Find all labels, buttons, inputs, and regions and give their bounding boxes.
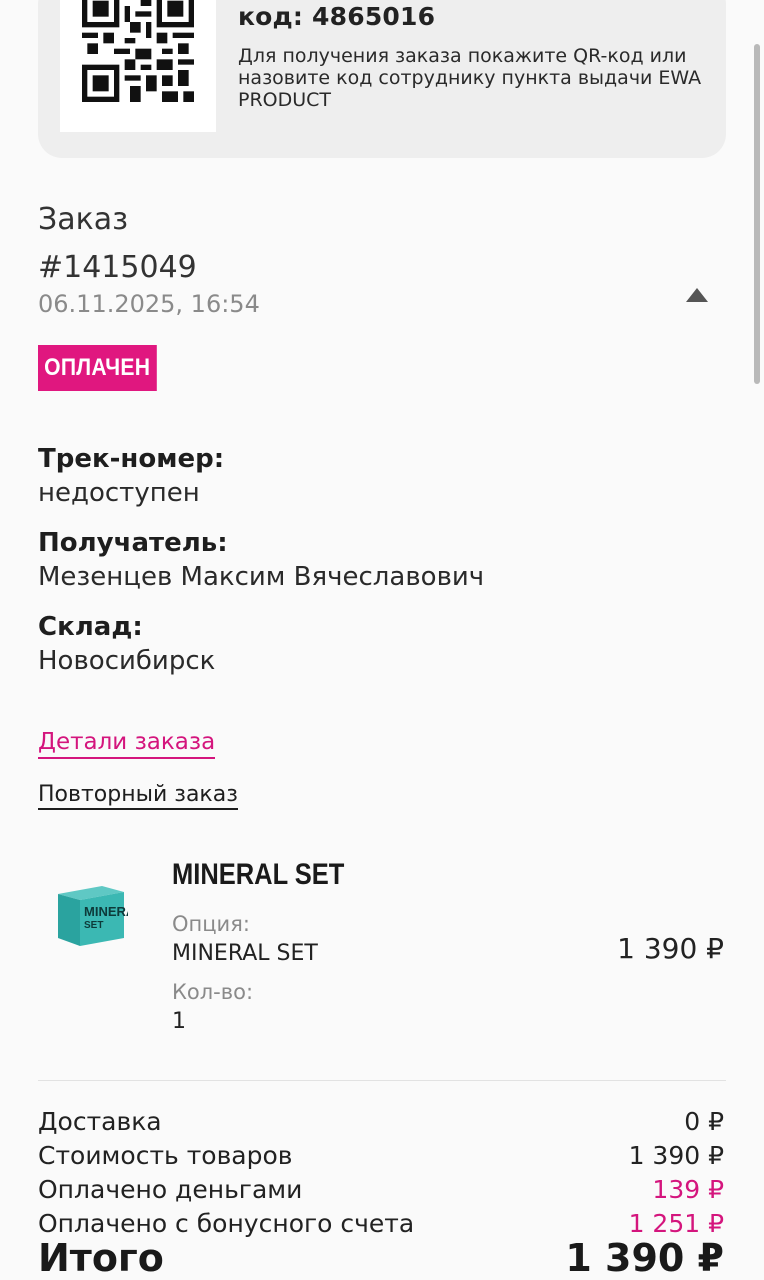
track-number-value: недоступен: [38, 478, 200, 508]
order-date: 06.11.2025, 16:54: [38, 290, 260, 318]
goods-cost-value: 1 390 ₽: [628, 1141, 724, 1170]
recipient-label: Получатель:: [38, 528, 228, 558]
collapse-triangle-icon[interactable]: [686, 288, 708, 302]
divider: [38, 1080, 726, 1081]
pickup-instructions: Для получения заказа покажите QR-код или…: [238, 45, 702, 111]
product-box-text: MINERAL: [84, 904, 128, 919]
repeat-order-link[interactable]: Повторный заказ: [38, 782, 238, 810]
quantity-value: 1: [172, 1009, 186, 1034]
qr-code-icon: [82, 0, 194, 102]
paid-money-label: Оплачено деньгами: [38, 1175, 303, 1204]
quantity-label: Кол-во:: [172, 980, 254, 1004]
warehouse-label: Склад:: [38, 612, 143, 642]
qr-code: [60, 0, 216, 132]
product-price: 1 390 ₽: [617, 932, 724, 965]
product-box-text-2: SET: [84, 920, 103, 931]
warehouse-value: Новосибирск: [38, 646, 216, 676]
delivery-value: 0 ₽: [684, 1107, 724, 1136]
product-image[interactable]: MINERAL SET: [52, 880, 143, 952]
track-number-label: Трек-номер:: [38, 444, 225, 474]
paid-money-value: 139 ₽: [652, 1175, 724, 1204]
option-label: Опция:: [172, 912, 250, 936]
delivery-label: Доставка: [38, 1107, 162, 1136]
order-number: #1415049: [38, 250, 197, 285]
product-name[interactable]: MINERAL SET: [172, 858, 344, 892]
goods-cost-label: Стоимость товаров: [38, 1141, 293, 1170]
pickup-code: код: 4865016: [238, 2, 436, 31]
paid-bonus-label: Оплачено с бонусного счета: [38, 1209, 415, 1238]
status-badge: ОПЛАЧЕН: [38, 345, 157, 391]
paid-bonus-value: 1 251 ₽: [628, 1209, 724, 1238]
option-value: MINERAL SET: [172, 941, 318, 966]
recipient-value: Мезенцев Максим Вячеславович: [38, 562, 485, 592]
scrollbar[interactable]: [754, 44, 760, 384]
order-details-link[interactable]: Детали заказа: [38, 729, 216, 759]
total-label: Итого: [38, 1236, 164, 1280]
total-value: 1 390 ₽: [565, 1236, 724, 1280]
order-label: Заказ: [38, 202, 129, 237]
